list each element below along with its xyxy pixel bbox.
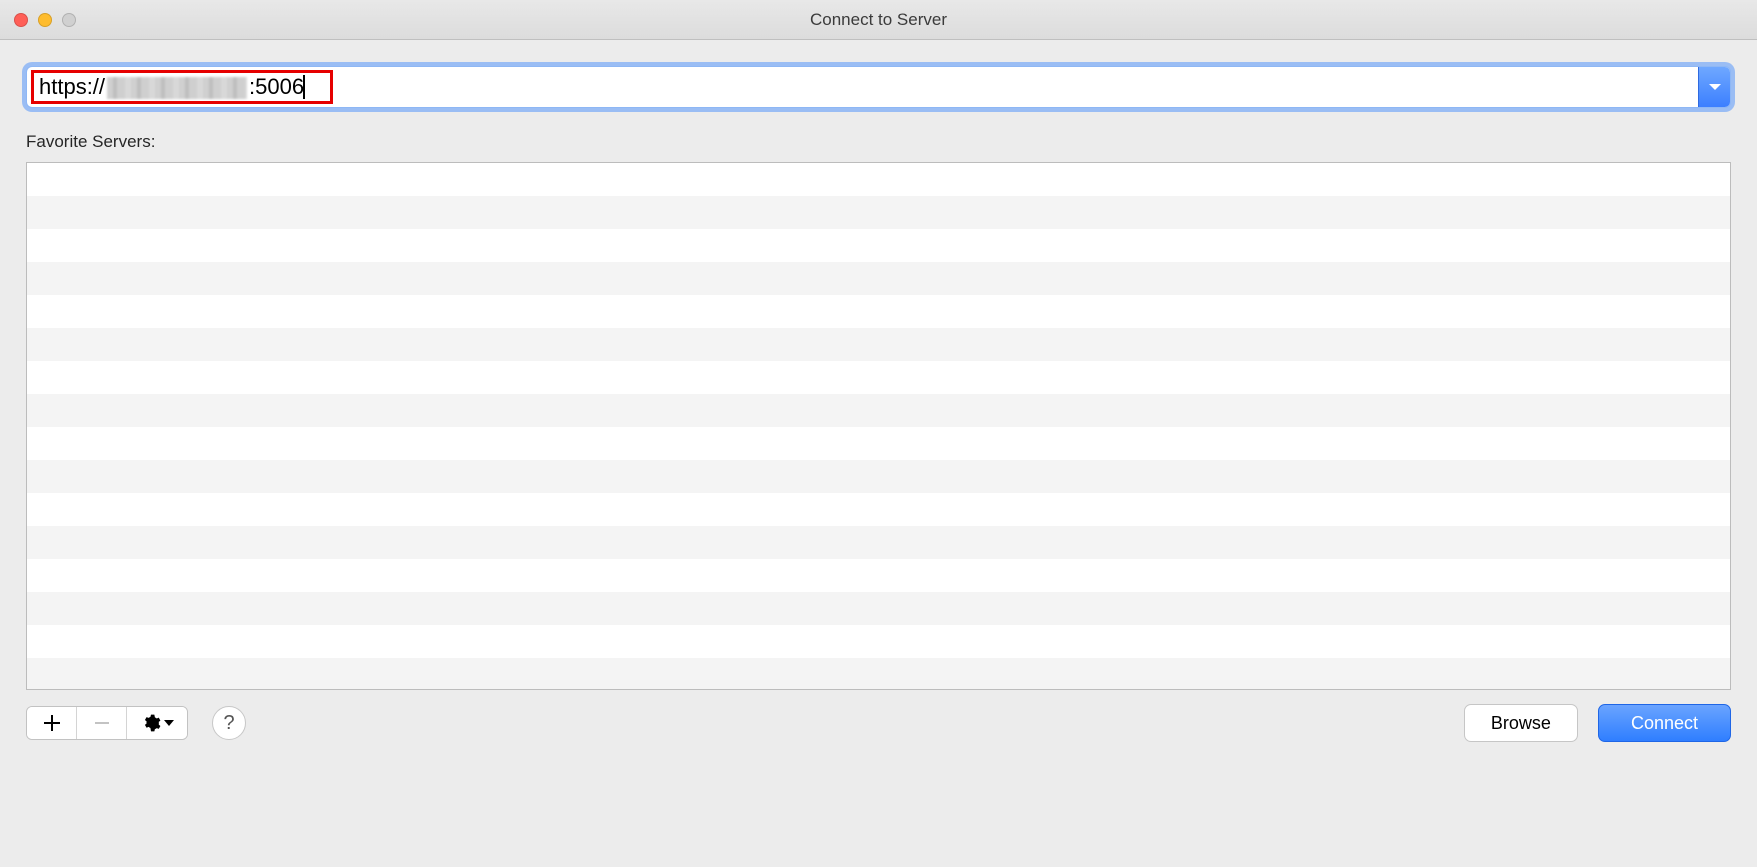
address-obscured-host bbox=[107, 77, 247, 99]
help-button[interactable]: ? bbox=[212, 706, 246, 740]
question-mark-icon: ? bbox=[223, 712, 234, 735]
list-edit-button-group bbox=[26, 706, 188, 740]
minus-icon bbox=[93, 714, 111, 732]
list-item[interactable] bbox=[27, 625, 1730, 658]
list-item[interactable] bbox=[27, 328, 1730, 361]
close-window-button[interactable] bbox=[14, 13, 28, 27]
address-port: :5006 bbox=[249, 74, 304, 99]
traffic-lights bbox=[14, 13, 76, 27]
list-item[interactable] bbox=[27, 559, 1730, 592]
list-item[interactable] bbox=[27, 295, 1730, 328]
add-favorite-button[interactable] bbox=[27, 707, 77, 739]
list-item[interactable] bbox=[27, 493, 1730, 526]
plus-icon bbox=[43, 714, 61, 732]
list-item[interactable] bbox=[27, 592, 1730, 625]
zoom-window-button bbox=[62, 13, 76, 27]
action-menu-button[interactable] bbox=[127, 707, 187, 739]
favorite-servers-list[interactable] bbox=[26, 162, 1731, 690]
list-item[interactable] bbox=[27, 163, 1730, 196]
address-text: https:// :5006 bbox=[33, 74, 304, 100]
gear-icon bbox=[141, 713, 161, 733]
list-item[interactable] bbox=[27, 427, 1730, 460]
list-item[interactable] bbox=[27, 658, 1730, 690]
server-address-input-wrap[interactable]: https:// :5006 bbox=[27, 67, 1698, 107]
chevron-down-icon bbox=[1708, 82, 1722, 92]
list-item[interactable] bbox=[27, 394, 1730, 427]
address-protocol: https:// bbox=[39, 74, 105, 99]
connect-button[interactable]: Connect bbox=[1598, 704, 1731, 742]
title-bar: Connect to Server bbox=[0, 0, 1757, 40]
list-item[interactable] bbox=[27, 526, 1730, 559]
browse-button[interactable]: Browse bbox=[1464, 704, 1578, 742]
minimize-window-button[interactable] bbox=[38, 13, 52, 27]
list-item[interactable] bbox=[27, 196, 1730, 229]
list-item[interactable] bbox=[27, 229, 1730, 262]
list-item[interactable] bbox=[27, 460, 1730, 493]
chevron-down-icon bbox=[164, 719, 174, 727]
window-title: Connect to Server bbox=[0, 10, 1757, 30]
list-item[interactable] bbox=[27, 361, 1730, 394]
content-area: https:// :5006 Favorite Servers: bbox=[0, 40, 1757, 768]
address-history-dropdown-button[interactable] bbox=[1698, 67, 1730, 107]
bottom-toolbar: ? Browse Connect bbox=[26, 704, 1731, 742]
server-address-combobox[interactable]: https:// :5006 bbox=[26, 66, 1731, 108]
favorite-servers-label: Favorite Servers: bbox=[26, 132, 1731, 152]
remove-favorite-button bbox=[77, 707, 127, 739]
list-item[interactable] bbox=[27, 262, 1730, 295]
server-address-input[interactable] bbox=[305, 67, 1692, 107]
